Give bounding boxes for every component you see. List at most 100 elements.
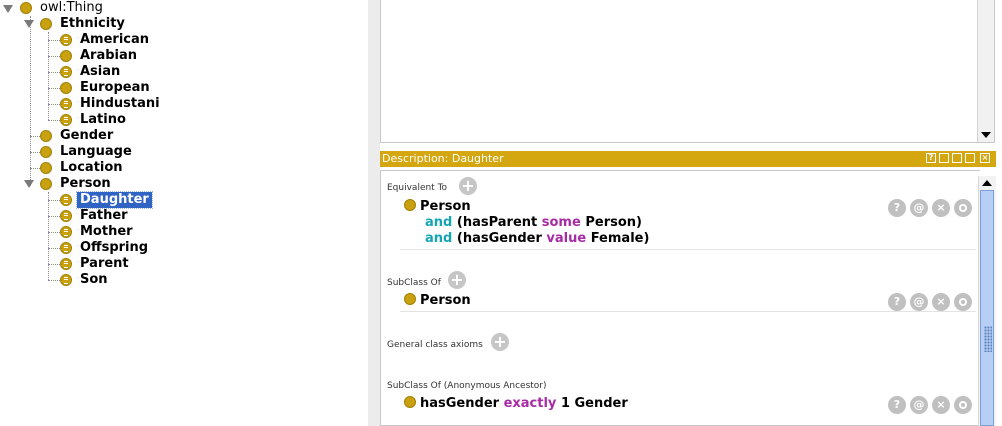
tree-node-label: European: [80, 80, 150, 95]
pane-splitter[interactable]: [368, 0, 380, 426]
tree-node-label: Language: [60, 144, 132, 159]
tree-connector: [48, 232, 60, 233]
defined-class-icon: [60, 98, 72, 110]
annotate-icon[interactable]: @: [910, 293, 928, 311]
tree-node-label: owl:Thing: [40, 0, 103, 15]
tree-connector: [48, 248, 60, 249]
tree-node-label: Person: [60, 176, 111, 191]
tree-node-label: Arabian: [80, 48, 138, 63]
tree-connector: [30, 136, 40, 137]
separator: [400, 249, 976, 250]
defined-class-icon: [60, 194, 72, 206]
tree-connector: [48, 104, 60, 105]
tree-connector: [48, 216, 60, 217]
tree-node-label: Ethnicity: [60, 16, 125, 31]
description-scrollbar[interactable]: [978, 176, 996, 426]
subclass-of-heading: SubClass Of: [387, 278, 441, 288]
help-icon[interactable]: ?: [888, 396, 906, 414]
axiom-text: 1 Gender: [560, 396, 628, 411]
class-circle-icon: [40, 178, 52, 190]
ancestor-axiom[interactable]: hasGender exactly 1 Gender: [404, 396, 628, 412]
scroll-down-icon[interactable]: [981, 132, 991, 138]
axiom-class: Person: [420, 293, 471, 308]
axiom-text: hasGender: [420, 396, 500, 411]
general-axioms-heading: General class axioms: [387, 340, 483, 350]
equivalent-to-heading: Equivalent To: [387, 183, 448, 193]
tree-connector: [30, 168, 40, 169]
separator: [400, 311, 976, 312]
scrollbar-grip: [984, 326, 992, 352]
class-circle-icon: [40, 146, 52, 158]
tree-node-label: Hindustani: [80, 96, 160, 111]
keyword-some: some: [541, 215, 581, 230]
tree-connector: [48, 264, 60, 265]
anonymous-ancestor-heading: SubClass Of (Anonymous Ancestor): [387, 381, 547, 391]
defined-class-icon: [60, 66, 72, 78]
subclass-axiom-actions: ? @ ×: [888, 293, 978, 311]
tree-connector: [30, 152, 40, 153]
description-header: Description: Daughter ? ×: [380, 151, 996, 167]
edit-icon[interactable]: [954, 396, 972, 414]
scrollbar-thumb[interactable]: [980, 190, 994, 426]
collapse-toggle-icon[interactable]: [24, 20, 34, 28]
equivalent-axiom-line3: and (hasGender value Female): [425, 231, 649, 247]
axiom-text: (hasGender: [456, 231, 542, 246]
keyword-and: and: [425, 231, 453, 246]
class-hierarchy-tree[interactable]: owl:Thing Ethnicity American Arabian Asi…: [0, 0, 368, 426]
top-view-scrollbar[interactable]: [977, 0, 994, 142]
delete-icon[interactable]: ×: [932, 396, 950, 414]
delete-icon[interactable]: ×: [932, 293, 950, 311]
collapse-toggle-icon[interactable]: [3, 5, 13, 13]
view-help-icon[interactable]: ?: [926, 153, 936, 163]
axiom-text: Person): [585, 215, 642, 230]
close-view-icon[interactable]: ×: [980, 153, 990, 163]
scroll-up-icon[interactable]: [982, 180, 992, 186]
split-vertical-icon[interactable]: [939, 153, 949, 163]
tree-connector: [30, 16, 31, 186]
axiom-class: Person: [420, 199, 471, 214]
ancestor-axiom-actions: ? @ ×: [888, 396, 978, 414]
tree-connector: [48, 192, 49, 280]
tree-node-label: Asian: [80, 64, 121, 79]
class-circle-icon: [40, 130, 52, 142]
class-circle-icon: [60, 82, 72, 94]
edit-icon[interactable]: [954, 199, 972, 217]
tree-node-label: Mother: [80, 224, 133, 239]
edit-icon[interactable]: [954, 293, 972, 311]
description-title: Description: Daughter: [382, 152, 504, 165]
defined-class-icon: [60, 226, 72, 238]
class-circle-icon: [404, 199, 416, 211]
help-icon[interactable]: ?: [888, 293, 906, 311]
split-horizontal-icon[interactable]: [952, 153, 962, 163]
defined-class-icon: [60, 114, 72, 126]
annotate-icon[interactable]: @: [910, 396, 928, 414]
tree-connector: [48, 200, 60, 201]
defined-class-icon: [60, 258, 72, 270]
delete-icon[interactable]: ×: [932, 199, 950, 217]
tree-node-label: Location: [60, 160, 123, 175]
equivalent-axiom[interactable]: Person: [404, 199, 471, 215]
tree-node-label: Father: [80, 208, 128, 223]
add-equivalent-button[interactable]: +: [459, 177, 477, 195]
defined-class-icon: [60, 242, 72, 254]
defined-class-icon: [60, 274, 72, 286]
collapse-toggle-icon[interactable]: [24, 180, 34, 188]
tree-node-label: Latino: [80, 112, 126, 127]
annotate-icon[interactable]: @: [910, 199, 928, 217]
tree-node-label: American: [80, 32, 150, 47]
add-subclass-button[interactable]: +: [448, 271, 466, 289]
maximize-view-icon[interactable]: [965, 153, 975, 163]
tree-node-label: Parent: [80, 256, 129, 271]
defined-class-icon: [60, 210, 72, 222]
tree-node-label: Son: [80, 272, 108, 287]
class-circle-icon: [404, 293, 416, 305]
class-circle-icon: [404, 396, 416, 408]
keyword-and: and: [425, 215, 453, 230]
add-general-axiom-button[interactable]: +: [491, 333, 509, 351]
defined-class-icon: [60, 34, 72, 46]
tree-connector: [48, 88, 60, 89]
tree-connector: [48, 56, 60, 57]
help-icon[interactable]: ?: [888, 199, 906, 217]
subclass-axiom[interactable]: Person: [404, 293, 471, 309]
keyword-value: value: [546, 231, 587, 246]
